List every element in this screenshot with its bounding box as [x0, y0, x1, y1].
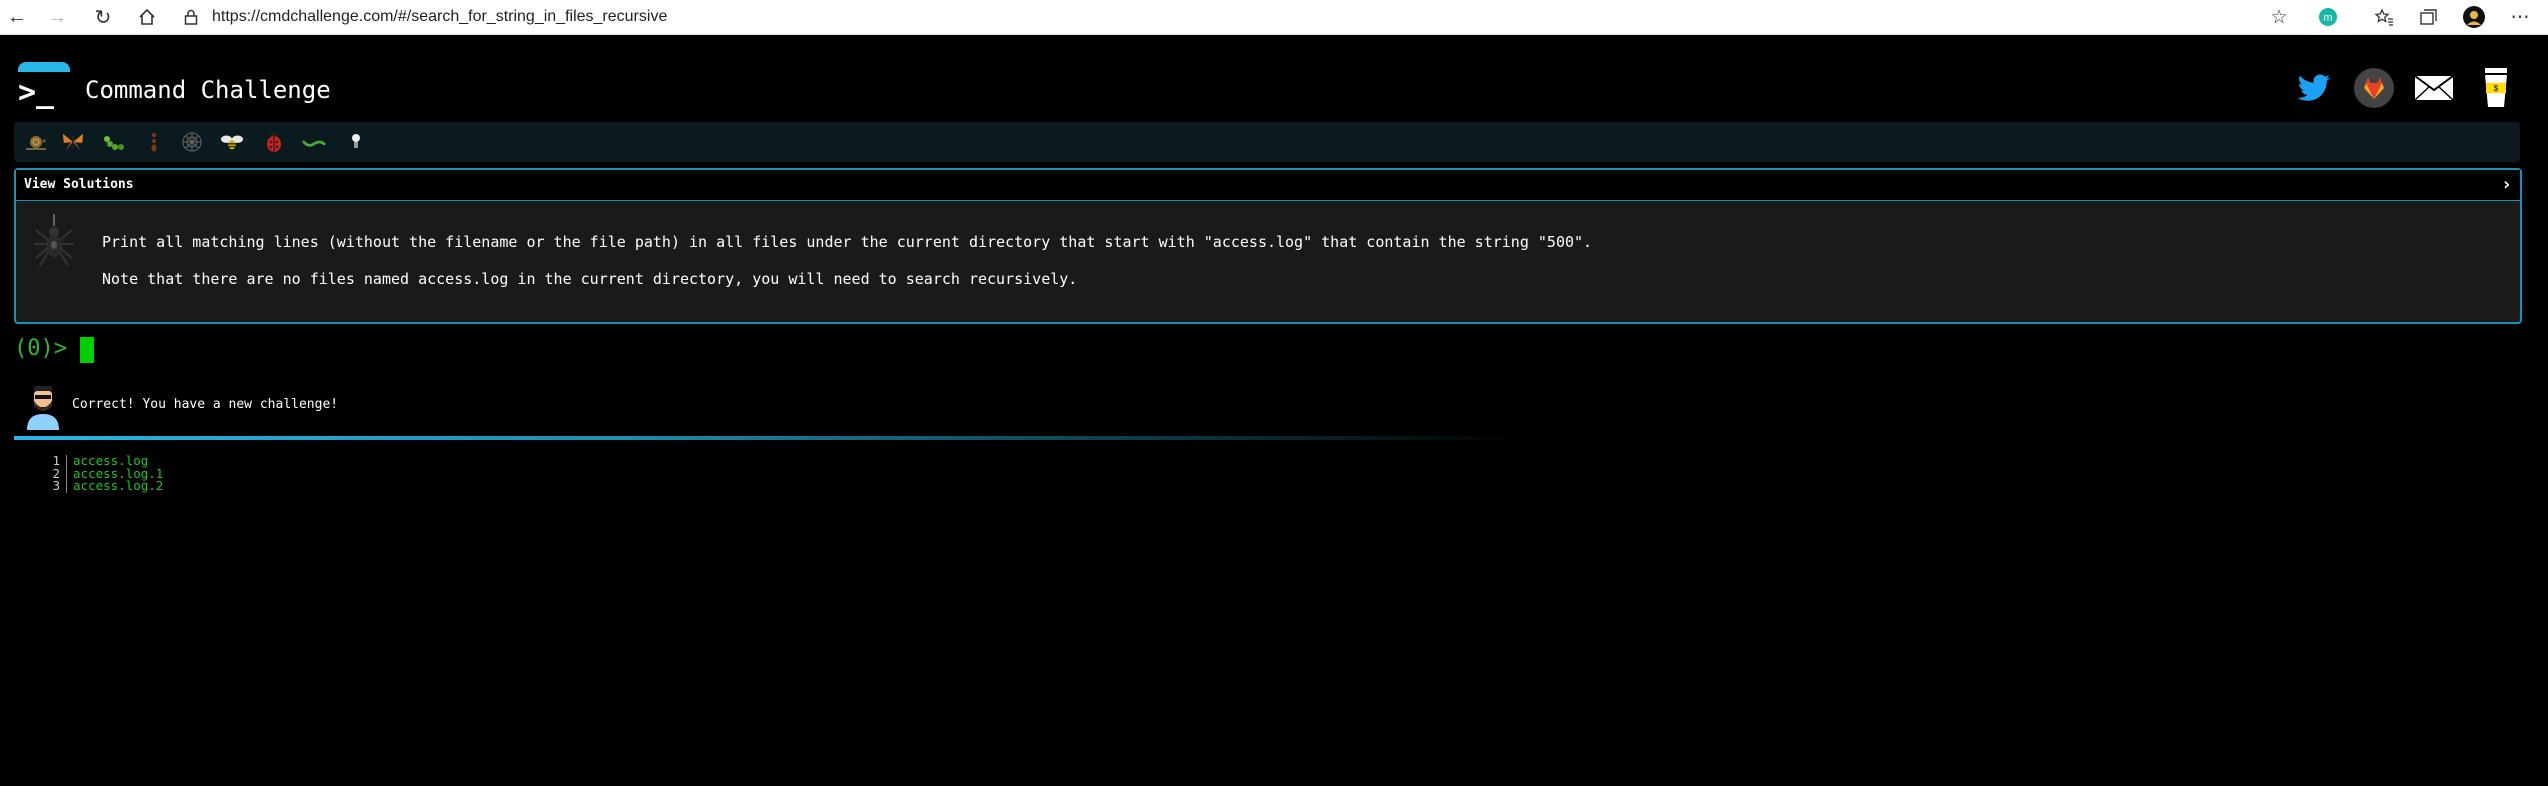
output-line: 3 access.log.2 [36, 478, 164, 493]
back-arrow-icon[interactable]: ← [4, 4, 30, 30]
refresh-icon[interactable]: ↻ [90, 4, 116, 30]
svg-text:$: $ [2494, 84, 2499, 93]
command-output: 1 access.log 2 access.log.1 3 access.log… [36, 454, 164, 493]
favorites-icon[interactable] [2372, 5, 2396, 29]
lock-icon [180, 6, 202, 28]
browser-toolbar: ← → ↻ https://cmdchallenge.com/#/search_… [0, 0, 2548, 35]
result-message: Correct! You have a new challenge! [72, 397, 339, 412]
hacker-avatar-icon [24, 384, 62, 430]
chevron-right-icon[interactable]: › [2501, 174, 2512, 195]
challenge-panel: View Solutions › Print all matching line… [14, 168, 2522, 324]
coffee-icon[interactable]: $ [2474, 66, 2518, 110]
view-solutions-label: View Solutions [24, 177, 134, 192]
bulb-level-icon[interactable] [344, 130, 368, 154]
ladybug-level-icon[interactable] [262, 130, 286, 154]
extension-icon[interactable]: m [2316, 5, 2340, 29]
spider-icon [32, 214, 76, 268]
site-logo[interactable]: >_ [14, 62, 74, 116]
twitter-icon[interactable] [2292, 66, 2336, 110]
star-icon[interactable]: ☆ [2267, 5, 2291, 29]
collections-icon[interactable] [2416, 5, 2440, 29]
address-bar[interactable]: https://cmdchallenge.com/#/search_for_st… [180, 3, 667, 31]
line-text: access.log.2 [73, 478, 164, 493]
mail-icon[interactable] [2412, 66, 2456, 110]
home-icon[interactable] [134, 4, 160, 30]
terminal-input-cursor[interactable] [80, 337, 94, 363]
gitlab-icon[interactable] [2352, 66, 2396, 110]
task-note: Note that there are no files named acces… [102, 270, 1078, 288]
level-progress-bar [14, 122, 2520, 162]
snail-level-icon[interactable] [24, 130, 48, 154]
butterfly-level-icon[interactable] [61, 130, 85, 154]
worm-level-icon[interactable] [302, 130, 326, 154]
url-text[interactable]: https://cmdchallenge.com/#/search_for_st… [212, 8, 667, 26]
terminal-prompt: (0)> [14, 336, 67, 361]
spider-web-level-icon[interactable] [180, 130, 204, 154]
ant-level-icon[interactable] [142, 130, 166, 154]
site-title[interactable]: Command Challenge [85, 76, 331, 104]
profile-avatar-icon[interactable] [2462, 5, 2486, 29]
more-menu-icon[interactable]: ⋯ [2508, 5, 2532, 29]
line-number: 3 [36, 479, 67, 493]
bee-level-icon[interactable] [220, 130, 244, 154]
forward-arrow-icon[interactable]: → [44, 4, 70, 30]
task-description: Print all matching lines (without the fi… [102, 233, 1593, 251]
caterpillar-level-icon[interactable] [102, 130, 126, 154]
view-solutions-toggle[interactable]: View Solutions › [16, 170, 2520, 201]
result-divider [14, 436, 1524, 440]
svg-text:m: m [2323, 12, 2332, 24]
